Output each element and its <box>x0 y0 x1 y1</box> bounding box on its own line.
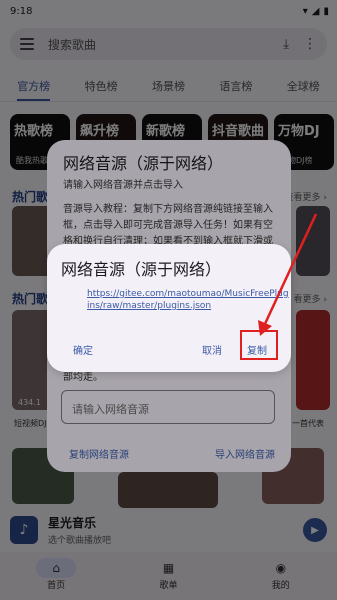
cancel-button[interactable]: 取消 <box>202 342 222 357</box>
source-url-link[interactable]: https://gitee.com/maotoumao/MusicFreePlu… <box>87 288 289 312</box>
dialog-title-2: 网络音源（源于网络） <box>61 260 222 279</box>
confirm-button[interactable]: 确定 <box>73 342 93 357</box>
highlight-box <box>240 330 278 360</box>
